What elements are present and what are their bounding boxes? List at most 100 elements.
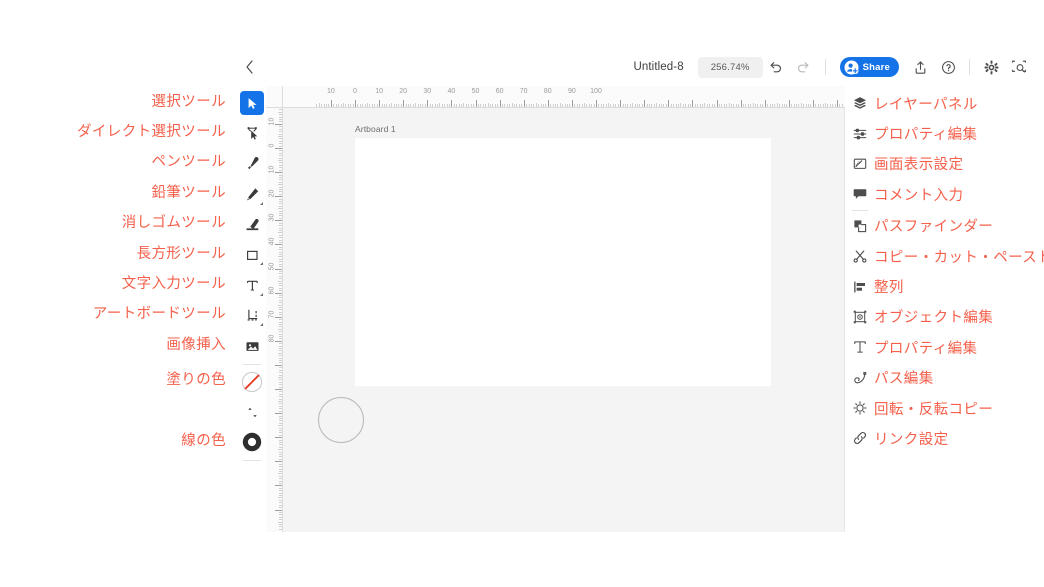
ruler-tick: [810, 104, 812, 107]
right-panel-item-align[interactable]: [847, 271, 873, 301]
right-panel-item-copy-cut-paste[interactable]: [847, 241, 873, 271]
ruler-tick: [487, 102, 489, 107]
share-button[interactable]: Share: [839, 57, 899, 77]
tool-pen-tool[interactable]: [239, 149, 265, 179]
right-panel-item-pathfinder[interactable]: [847, 211, 873, 241]
ruler-tick: [279, 273, 282, 275]
ruler-tick: [386, 104, 388, 107]
canvas-area[interactable]: Artboard 1 10 0 10 20 30 40 50 60 70 80 90 100 10 0 1…: [266, 86, 845, 532]
right-panel-item-layers-panel[interactable]: [847, 88, 873, 118]
ruler-tick: [279, 237, 282, 239]
annotation-row-link-settings: リンク設定: [874, 423, 1044, 453]
annotation-row-path-edit: パス編集: [874, 363, 1044, 393]
right-panel-item-comments[interactable]: [847, 179, 873, 209]
ruler-tick: [277, 208, 282, 210]
ruler-tick: [682, 104, 684, 107]
ruler-tick: [279, 227, 282, 229]
ruler-tick: [381, 104, 383, 107]
ruler-tick: [279, 191, 282, 193]
ruler-tick: [362, 104, 364, 107]
ruler-corner[interactable]: [266, 86, 283, 108]
left-annotations: 選択ツール ダイレクト選択ツール ペンツール 鉛筆ツール 消しゴムツール 長方形ツール 文字…: [0, 85, 232, 455]
ruler-tick: [279, 454, 282, 456]
ruler-tick: [279, 526, 282, 528]
back-button[interactable]: [232, 48, 266, 86]
stroke-color-swatch[interactable]: [239, 427, 265, 457]
ruler-tick: [279, 167, 282, 169]
tool-eraser-tool[interactable]: [239, 210, 265, 240]
direct-select-icon: [245, 126, 260, 141]
ruler-tick: [275, 268, 282, 270]
ruler-tick: [424, 104, 426, 107]
tool-artboard-tool[interactable]: [239, 301, 265, 331]
tool-direct-selection-tool[interactable]: [239, 118, 265, 148]
ruler-label: 70: [268, 310, 276, 319]
ruler-tick: [279, 205, 282, 207]
annotation-label-type-tool: 文字入力ツール: [121, 276, 226, 293]
annotation-row-pencil-tool: 鉛筆ツール: [0, 176, 232, 206]
ruler-tick: [279, 326, 282, 328]
ruler-tick: [279, 299, 282, 301]
ruler-tick: [275, 316, 282, 318]
artboard[interactable]: [355, 138, 771, 386]
annotation-label-place-image-tool: 画像挿入: [166, 336, 226, 353]
header-actions: Share: [763, 54, 1044, 80]
ruler-tick: [275, 123, 282, 125]
ruler-tick: [528, 104, 530, 107]
cursor-arrow-icon: [245, 96, 260, 111]
ruler-tick: [279, 495, 282, 497]
canvas-scene[interactable]: Artboard 1: [282, 107, 844, 532]
right-panel-item-object-edit[interactable]: [847, 302, 873, 332]
zoom-level-field[interactable]: 256.74%: [697, 56, 763, 78]
annotation-label-view-settings: 画面表示設定: [874, 157, 964, 174]
ruler-tick: [670, 104, 672, 107]
undo-button[interactable]: [763, 54, 789, 80]
ruler-tick: [316, 104, 318, 107]
help-button[interactable]: [935, 54, 961, 80]
ruler-tick: [745, 104, 747, 107]
annotation-label-selection-tool: 選択ツール: [151, 93, 226, 110]
vertical-ruler[interactable]: 10 0 10 20 30 40 50 60 70 80: [266, 86, 283, 532]
ruler-tick: [279, 210, 282, 212]
ruler-tick: [279, 155, 282, 157]
fill-none-swatch-icon: [241, 371, 263, 393]
preview-mode-button[interactable]: [1006, 54, 1032, 80]
redo-button[interactable]: [791, 54, 817, 80]
fill-color-swatch[interactable]: [239, 367, 265, 397]
ruler-tick: [583, 102, 585, 107]
ruler-tick: [711, 104, 713, 107]
ruler-tick: [523, 100, 525, 107]
ruler-tick: [279, 213, 282, 215]
ruler-tick: [279, 434, 282, 436]
export-button[interactable]: [907, 54, 933, 80]
swap-fill-stroke-button[interactable]: [239, 397, 265, 427]
tool-type-tool[interactable]: [239, 270, 265, 300]
ruler-tick: [279, 282, 282, 284]
ruler-label: 30: [423, 88, 432, 95]
ruler-tick: [685, 104, 687, 107]
ruler-tick: [279, 502, 282, 504]
ellipse-shape[interactable]: [318, 397, 364, 443]
tool-rectangle-tool[interactable]: [239, 240, 265, 270]
right-panel-item-text-properties[interactable]: [847, 332, 873, 362]
right-panel-item-link-settings[interactable]: [847, 423, 873, 453]
ruler-label: 40: [447, 88, 456, 95]
ruler-tick: [542, 104, 544, 107]
annotation-label-copy-cut-paste: コピー・カット・ペースト: [874, 249, 1044, 266]
ruler-tick: [550, 104, 552, 107]
right-panel-item-view-settings[interactable]: [847, 149, 873, 179]
right-panel-item-properties-panel[interactable]: [847, 118, 873, 148]
ruler-tick: [279, 442, 282, 444]
ruler-tick: [803, 104, 805, 107]
tool-pencil-tool[interactable]: [239, 179, 265, 209]
right-panel-item-path-edit[interactable]: [847, 363, 873, 393]
ruler-tick: [279, 468, 282, 470]
ruler-tick: [506, 104, 508, 107]
settings-button[interactable]: [978, 54, 1004, 80]
tool-selection-tool[interactable]: [239, 88, 265, 118]
annotation-label-pencil-tool: 鉛筆ツール: [151, 184, 226, 201]
right-panel-item-rotate-reflect-copy[interactable]: [847, 393, 873, 423]
tool-place-image-tool[interactable]: [239, 331, 265, 361]
horizontal-ruler[interactable]: 10 0 10 20 30 40 50 60 70 80 90 100: [266, 86, 845, 108]
ruler-tick: [323, 104, 325, 107]
